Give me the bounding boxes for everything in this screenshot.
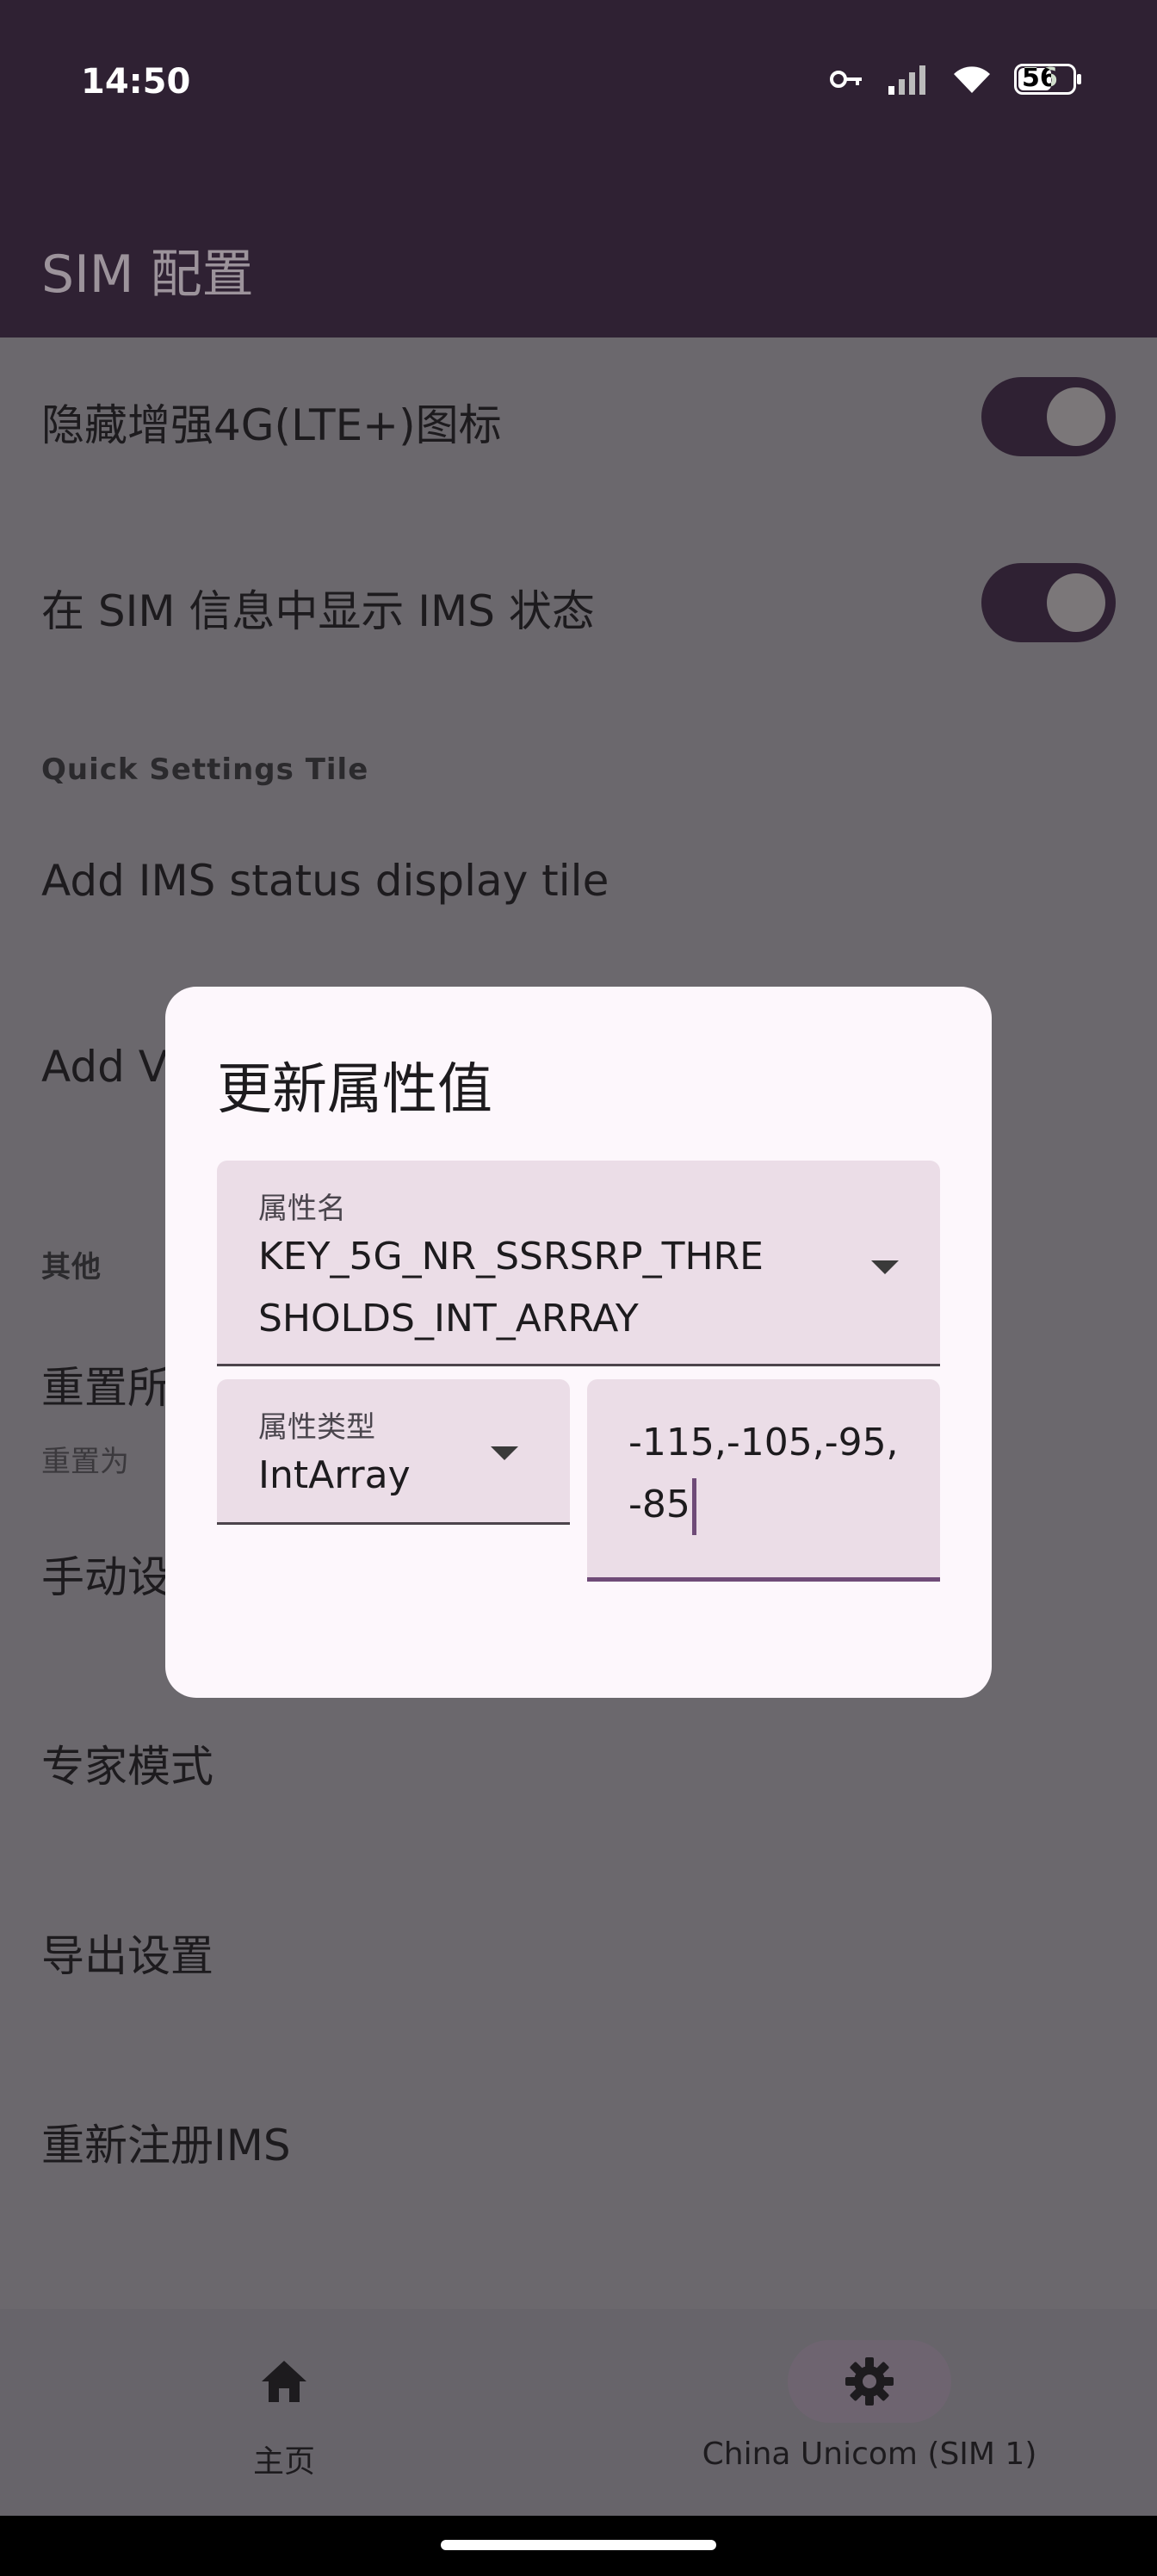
page-title: SIM 配置 — [41, 245, 254, 305]
status-bar: 14:50 56 — [0, 0, 1157, 172]
property-name-value-line1: KEY_5G_NR_SSRSRP_THRE — [258, 1235, 764, 1279]
battery-level: 56 — [1022, 63, 1058, 93]
nav-sim-pill — [788, 2340, 951, 2423]
setting-reset-subtitle: 重置为 — [41, 1445, 129, 1479]
gesture-handle[interactable] — [441, 2540, 716, 2550]
text-cursor — [691, 1478, 696, 1535]
setting-add-v-tile[interactable]: Add V — [41, 1042, 168, 1092]
toggle-show-ims-status[interactable] — [981, 563, 1116, 642]
property-value-line2: -85 — [628, 1474, 696, 1536]
setting-reregister-ims[interactable]: 重新注册IMS — [41, 2111, 291, 2173]
section-header-other: 其他 — [41, 1250, 102, 1285]
property-name-value-line2: SHOLDS_INT_ARRAY — [258, 1297, 639, 1341]
switch-knob — [1047, 573, 1105, 632]
battery-icon: 56 — [1014, 63, 1081, 95]
setting-export[interactable]: 导出设置 — [41, 1922, 213, 1984]
property-name-label: 属性名 — [258, 1192, 346, 1226]
setting-manual[interactable]: 手动设 — [41, 1543, 170, 1605]
dropdown-arrow-icon — [491, 1446, 518, 1460]
home-icon — [262, 2361, 306, 2402]
dropdown-arrow-icon — [871, 1260, 899, 1274]
gear-icon — [845, 2357, 894, 2406]
nav-home-label: 主页 — [252, 2444, 315, 2480]
setting-expert-mode[interactable]: 专家模式 — [41, 1732, 213, 1794]
section-header-quick-settings: Quick Settings Tile — [41, 752, 369, 787]
bottom-navigation: 主页 China Unicom (SIM 1) — [0, 2309, 1157, 2516]
app-bar: SIM 配置 — [0, 172, 1157, 337]
setting-reset[interactable]: 重置所 — [41, 1353, 170, 1415]
property-value-line2-text: -85 — [628, 1483, 690, 1526]
property-name-dropdown[interactable]: 属性名 KEY_5G_NR_SSRSRP_THRE SHOLDS_INT_ARR… — [217, 1161, 940, 1366]
setting-hide-lte-plus[interactable]: 隐藏增强4G(LTE+)图标 — [41, 391, 502, 453]
setting-add-ims-tile[interactable]: Add IMS status display tile — [41, 856, 609, 906]
nav-sim[interactable]: China Unicom (SIM 1) — [671, 2309, 1067, 2516]
property-type-label: 属性类型 — [258, 1410, 375, 1445]
property-type-dropdown[interactable]: 属性类型 IntArray — [217, 1379, 570, 1525]
property-type-value: IntArray — [258, 1453, 411, 1497]
nav-sim-label: China Unicom (SIM 1) — [702, 2437, 1037, 2472]
property-value-line1: -115,-105,-95, — [628, 1421, 899, 1464]
property-value-input[interactable]: -115,-105,-95, -85 — [587, 1379, 940, 1582]
switch-knob — [1047, 387, 1105, 446]
toggle-hide-lte-plus[interactable] — [981, 377, 1116, 456]
signal-icon — [888, 65, 925, 95]
vpn-key-icon — [830, 71, 862, 88]
nav-home[interactable]: 主页 — [121, 2309, 448, 2516]
wifi-icon — [954, 66, 990, 93]
setting-show-ims-status[interactable]: 在 SIM 信息中显示 IMS 状态 — [41, 577, 595, 639]
nav-home-pill — [202, 2340, 366, 2423]
dialog-title: 更新属性值 — [217, 1058, 492, 1122]
status-time: 14:50 — [81, 62, 191, 102]
status-icons: 56 — [830, 63, 1081, 95]
update-property-dialog: 更新属性值 属性名 KEY_5G_NR_SSRSRP_THRE SHOLDS_I… — [165, 987, 992, 1698]
